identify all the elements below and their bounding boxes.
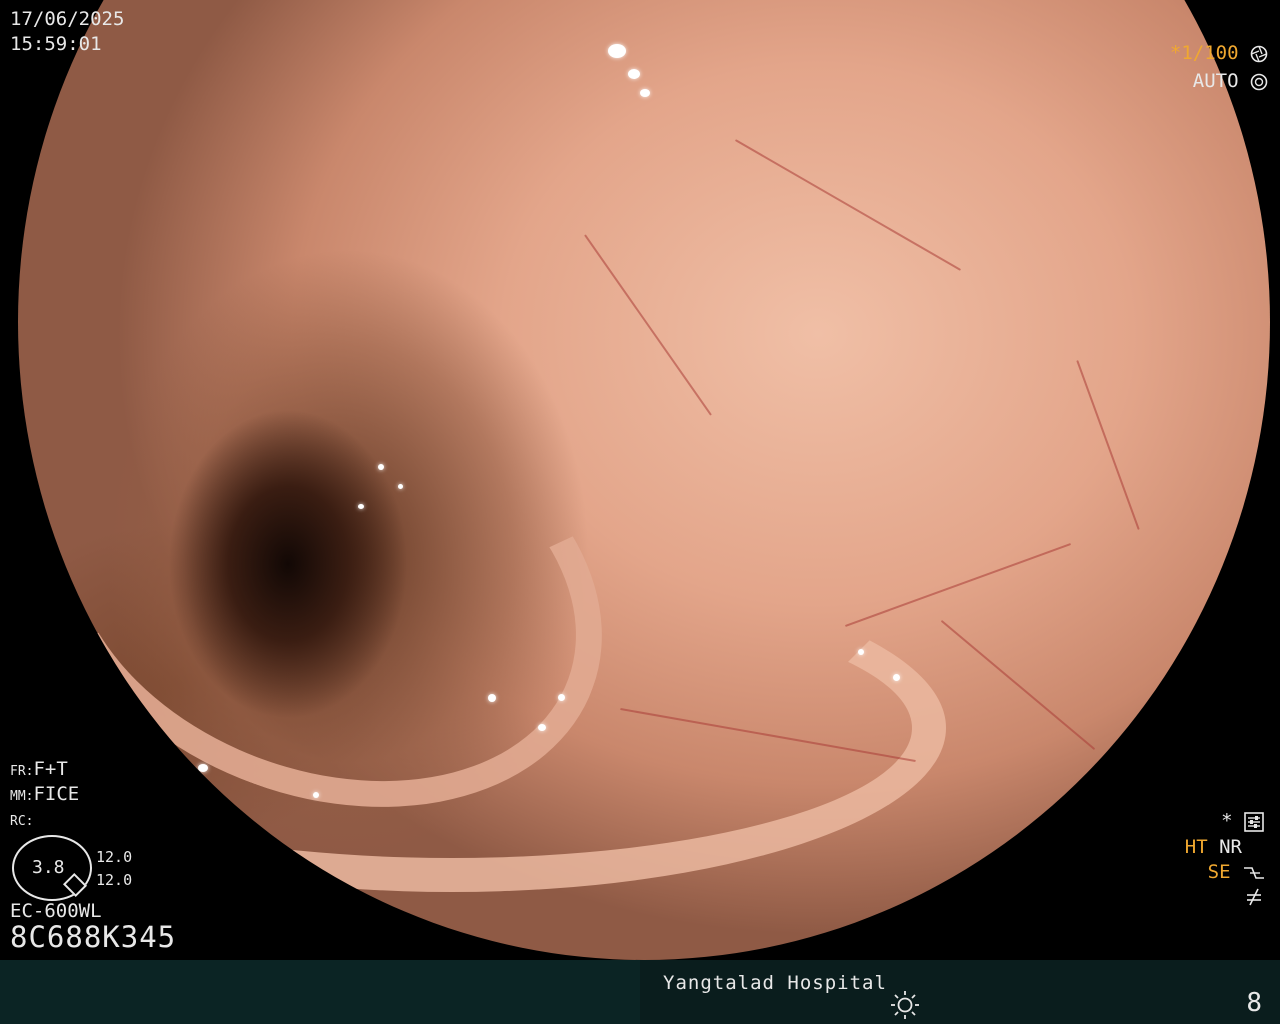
- iris-indicator: AUTO: [1193, 70, 1268, 92]
- ht-nr-indicator: HT NR: [1185, 836, 1242, 858]
- date-display: 17/06/2025: [10, 8, 125, 30]
- iris-mode: AUTO: [1192, 70, 1239, 92]
- enhancement-icon: [1244, 866, 1264, 879]
- light-reflection: [1193, 684, 1205, 696]
- shutter-speed: *1/100: [1169, 42, 1239, 64]
- time-display: 15:59:01: [10, 33, 102, 55]
- ht-label: HT: [1184, 836, 1208, 858]
- light-reflection: [893, 674, 900, 681]
- mm-value: FICE: [33, 783, 80, 805]
- light-reflection: [488, 694, 496, 702]
- se-label: SE: [1207, 861, 1231, 883]
- nr-label: NR: [1219, 836, 1242, 858]
- brightness-sun-icon: [891, 991, 919, 1019]
- image-counter: 8: [1246, 988, 1262, 1018]
- light-reflection: [858, 649, 864, 655]
- freeze-indicator: [1244, 885, 1264, 907]
- scope-model: EC-600WL: [10, 900, 102, 922]
- blood-vessel: [734, 139, 962, 271]
- mm-setting: MM:FICE: [10, 783, 79, 805]
- zoom-gauge: 3.8: [12, 835, 92, 901]
- light-reflection: [398, 484, 403, 489]
- gauge-value: 3.8: [32, 857, 65, 878]
- iris-icon: [1250, 73, 1268, 90]
- light-reflection: [628, 69, 640, 79]
- blood-vessel: [584, 234, 712, 416]
- light-reflection: [608, 44, 626, 58]
- hospital-name: Yangtalad Hospital: [663, 972, 887, 994]
- scope-serial: 8C688K345: [10, 920, 177, 954]
- light-reflection: [558, 694, 565, 701]
- endoscopy-screen: 17/06/2025 15:59:01 *1/100 AUTO FR:F+T M…: [0, 0, 1280, 1024]
- fr-label: FR:: [10, 764, 34, 779]
- light-reflection: [538, 724, 546, 731]
- rc-label: RC:: [10, 814, 34, 829]
- shutter-indicator: *1/100: [1170, 42, 1268, 64]
- endoscopic-image: [18, 0, 1270, 960]
- fr-setting: FR:F+T: [10, 758, 68, 780]
- freeze-icon: [1247, 888, 1261, 905]
- mm-label: MM:: [10, 789, 34, 804]
- light-reflection: [198, 764, 208, 772]
- settings-indicator: *: [1221, 810, 1264, 832]
- se-indicator: SE: [1208, 861, 1266, 883]
- fr-value: F+T: [33, 758, 68, 780]
- aperture-icon: [1250, 45, 1268, 62]
- asterisk-mark: *: [1221, 810, 1233, 832]
- light-reflection: [378, 464, 384, 470]
- gauge-bottom-value: 12.0: [96, 871, 133, 889]
- light-reflection: [358, 504, 364, 509]
- gauge-top-value: 12.0: [96, 848, 133, 866]
- blood-vessel: [844, 543, 1072, 627]
- light-reflection: [640, 89, 650, 97]
- footer-bar-left: [0, 960, 640, 1024]
- settings-sliders-icon: [1244, 811, 1264, 832]
- light-reflection: [1168, 694, 1174, 700]
- mucosal-fold: [18, 564, 946, 892]
- rc-setting: RC:: [10, 808, 33, 830]
- light-reflection: [128, 739, 134, 744]
- gauge-hand-icon: [62, 872, 88, 898]
- blood-vessel: [1076, 360, 1140, 530]
- light-reflection: [313, 792, 319, 798]
- blood-vessel: [940, 619, 1096, 751]
